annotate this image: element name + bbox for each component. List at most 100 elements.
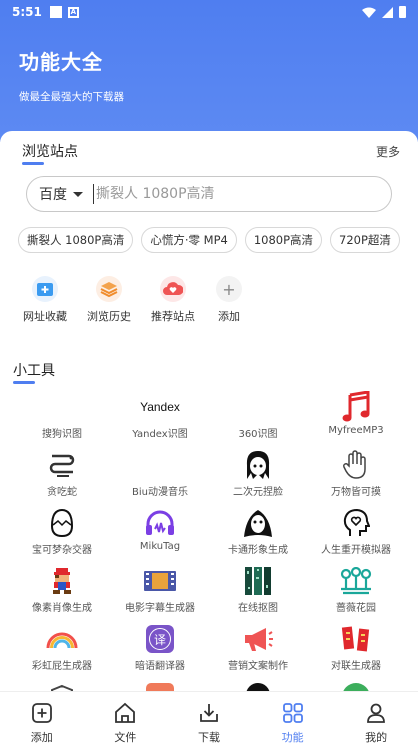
apps-icon <box>282 703 303 723</box>
tool-touch[interactable]: 万物皆可摸 <box>304 449 408 507</box>
tool-yandex[interactable]: Yandex Yandex识图 <box>108 391 212 449</box>
add-icon <box>31 703 52 723</box>
sogou-icon <box>45 391 79 423</box>
search-chip[interactable]: 720P超清 <box>330 227 400 253</box>
quick-add[interactable]: + 添加 <box>194 276 264 324</box>
status-bar: 5:51 A <box>0 0 418 24</box>
360-icon <box>241 391 275 423</box>
hot-searches: 撕裂人 1080P高清 心慌方·零 MP4 1080P高清 720P超清 <box>18 227 400 253</box>
bookmark-add-icon <box>32 276 58 302</box>
more-link[interactable]: 更多 <box>376 143 400 160</box>
tool-sogou[interactable]: 搜狗识图 <box>10 391 114 449</box>
tool-marketing[interactable]: 营销文案制作 <box>206 623 310 681</box>
browse-section-title: 浏览站点 <box>22 141 78 165</box>
tool-partial[interactable] <box>10 681 114 691</box>
tool-label: MyfreeMP3 <box>328 425 384 436</box>
nav-profile[interactable]: 我的 <box>334 692 418 744</box>
headphones-icon <box>143 507 177 539</box>
couplet-icon <box>339 623 373 655</box>
rainbow-icon <box>45 623 79 655</box>
tool-secret-translate[interactable]: 译 暗语翻译器 <box>108 623 212 681</box>
film-icon <box>143 565 177 597</box>
tool-couplet[interactable]: 对联生成器 <box>304 623 408 681</box>
tool-myfreemp3[interactable]: MyfreeMP3 <box>304 391 408 449</box>
tool-biu[interactable]: Biu动漫音乐 <box>108 449 212 507</box>
tool-pokemon[interactable]: 宝可梦杂交器 <box>10 507 114 565</box>
chevron-down-icon <box>73 191 83 197</box>
text-cursor <box>93 184 94 204</box>
ghost-icon <box>241 507 275 539</box>
search-input[interactable] <box>96 186 326 202</box>
snake-icon <box>45 449 79 481</box>
quick-actions: 网址收藏 浏览历史 推荐站点 + 添加 <box>0 276 418 336</box>
tool-label: 二次元捏脸 <box>233 487 283 498</box>
tool-life-restart[interactable]: 人生重开模拟器 <box>304 507 408 565</box>
dark-avatar-icon <box>241 681 275 691</box>
tool-label: 人生重开模拟器 <box>321 545 391 556</box>
tool-label: 在线抠图 <box>238 603 278 614</box>
tool-film-subtitle[interactable]: 电影字幕生成器 <box>108 565 212 623</box>
tool-label: 宝可梦杂交器 <box>32 545 92 556</box>
tool-rose-garden[interactable]: 蔷薇花园 <box>304 565 408 623</box>
tool-label: 暗语翻译器 <box>135 661 185 672</box>
nav-add[interactable]: 添加 <box>0 692 84 744</box>
plus-icon: + <box>216 276 242 302</box>
search-chip[interactable]: 心慌方·零 MP4 <box>141 227 237 253</box>
app-tile-icon <box>143 681 177 691</box>
yandex-logo: Yandex <box>140 400 180 414</box>
tool-snake[interactable]: 贪吃蛇 <box>10 449 114 507</box>
bottom-nav: 添加 文件 下载 功能 我的 <box>0 691 418 744</box>
tool-mikutag[interactable]: MikuTag <box>108 507 212 565</box>
tool-label: 搜狗识图 <box>42 429 82 440</box>
tool-partial[interactable] <box>206 681 310 691</box>
tool-label: 贪吃蛇 <box>47 487 77 498</box>
garden-icon <box>339 565 373 597</box>
quick-history[interactable]: 浏览历史 <box>74 276 144 324</box>
quick-bookmarks[interactable]: 网址收藏 <box>10 276 80 324</box>
notification-icon <box>49 6 62 18</box>
search-chip[interactable]: 撕裂人 1080P高清 <box>18 227 134 253</box>
hand-icon <box>339 449 373 481</box>
music-note-icon <box>339 391 373 423</box>
engine-selector[interactable]: 百度 <box>39 184 83 204</box>
search-bar: 百度 <box>26 176 392 212</box>
tool-rainbow[interactable]: 彩虹屁生成器 <box>10 623 114 681</box>
tool-partial[interactable] <box>108 681 212 691</box>
tools-section-title: 小工具 <box>13 360 55 384</box>
tool-label: Biu动漫音乐 <box>132 487 188 498</box>
tool-label: 万物皆可摸 <box>331 487 381 498</box>
tool-label: Yandex识图 <box>132 429 188 440</box>
tool-label: 电影字幕生成器 <box>125 603 195 614</box>
cutout-icon <box>241 565 275 597</box>
megaphone-icon <box>241 623 275 655</box>
tool-pixel-portrait[interactable]: 像素肖像生成 <box>10 565 114 623</box>
content-card: 浏览站点 更多 百度 撕裂人 1080P高清 心慌方·零 MP4 1080P高清… <box>0 131 418 691</box>
green-circle-icon <box>339 681 373 691</box>
profile-icon <box>367 703 386 723</box>
download-icon <box>200 704 218 722</box>
shield-icon <box>45 681 79 691</box>
tool-cartoon[interactable]: 卡通形象生成 <box>206 507 310 565</box>
cloud-heart-icon <box>160 276 186 302</box>
page-subtitle: 做最全最强大的下载器 <box>19 91 124 103</box>
header: 5:51 A 功能大全 做最全最强大的下载器 <box>0 0 418 142</box>
quick-label: 添加 <box>218 310 240 323</box>
tool-label: 彩虹屁生成器 <box>32 661 92 672</box>
quick-label: 网址收藏 <box>23 310 67 323</box>
tool-label: 360识图 <box>238 429 278 440</box>
search-chip[interactable]: 1080P高清 <box>244 227 323 253</box>
battery-icon <box>399 6 406 18</box>
nav-downloads[interactable]: 下载 <box>167 692 251 744</box>
tool-label: 对联生成器 <box>331 661 381 672</box>
wifi-icon <box>362 7 376 18</box>
tool-partial[interactable] <box>304 681 408 691</box>
tool-cutout[interactable]: 在线抠图 <box>206 565 310 623</box>
tool-anime-face[interactable]: 二次元捏脸 <box>206 449 310 507</box>
nav-features[interactable]: 功能 <box>251 692 335 744</box>
a-icon: A <box>67 6 79 18</box>
biu-icon <box>143 449 177 481</box>
tools-title-text: 小工具 <box>13 363 55 379</box>
signal-icon <box>382 6 393 18</box>
nav-files[interactable]: 文件 <box>84 692 168 744</box>
tool-360[interactable]: 360识图 <box>206 391 310 449</box>
